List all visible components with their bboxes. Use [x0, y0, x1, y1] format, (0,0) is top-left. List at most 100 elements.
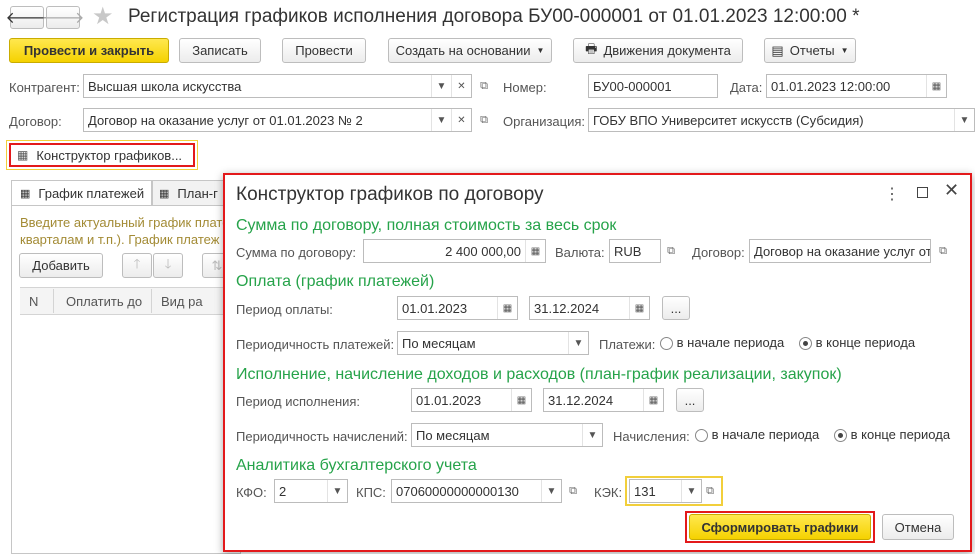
dropdown-arrow-icon[interactable]: ▼ [954, 109, 974, 131]
accrual-frequency-select[interactable]: По месяцам ▼ [411, 423, 603, 447]
contract-field[interactable]: Договор на оказание услуг от 01.01.2023 … [83, 108, 472, 132]
create-based-on-button[interactable]: Создать на основании ▼ [388, 38, 552, 63]
post-button[interactable]: Провести [282, 38, 366, 63]
number-label: Номер: [503, 80, 547, 95]
maximize-icon[interactable] [917, 187, 928, 198]
organization-field[interactable]: ГОБУ ВПО Университет искусств (Субсидия)… [588, 108, 975, 132]
document-movements-button[interactable]: 🖶 Движения документа [573, 38, 743, 63]
radio-button[interactable] [695, 429, 708, 443]
tab-hint-line1: Введите актуальный график плате [20, 215, 230, 230]
schedule-constructor-button[interactable]: ▦ Конструктор графиков... [9, 143, 195, 167]
radio-button[interactable] [660, 337, 673, 351]
kps-value: 07060000000000130 [396, 483, 519, 499]
sum-label: Сумма по договору: [236, 245, 357, 260]
radio-button-selected[interactable] [799, 337, 812, 351]
kps-select[interactable]: 07060000000000130 ▼ [391, 479, 562, 503]
tab-payment-schedule[interactable]: ▦ График платежей [11, 180, 152, 206]
arrow-down-icon: 🡓 [164, 255, 172, 271]
currency-label: Валюта: [555, 245, 605, 260]
open-link-icon[interactable]: ⧉ [563, 479, 583, 503]
section-sum-heading: Сумма по договору, полная стоимость за в… [236, 217, 617, 234]
calendar-icon: ▦ [159, 188, 170, 200]
pay-to-field[interactable]: 31.12.2024 ▦ [529, 296, 650, 320]
more-options-icon[interactable]: ⋮ [884, 184, 900, 204]
open-link-icon[interactable]: ⧉ [474, 108, 494, 132]
dropdown-arrow-icon[interactable]: ▼ [541, 480, 561, 502]
column-type[interactable]: Вид ра [161, 294, 203, 309]
back-button[interactable]: 🡐 [6, 6, 48, 29]
printer-icon: 🖶 [585, 40, 598, 56]
calendar-icon[interactable]: ▦ [926, 75, 946, 97]
dropdown-arrow-icon[interactable]: ▼ [568, 332, 588, 354]
pay-frequency-value: По месяцам [402, 335, 476, 351]
dropdown-arrow-icon[interactable]: ▼ [327, 480, 347, 502]
cancel-button[interactable]: Отмена [882, 514, 954, 540]
column-divider [53, 289, 54, 313]
tab-plan-schedule[interactable]: ▦ План-г [152, 180, 232, 206]
reports-label: Отчеты [789, 43, 835, 58]
accrual-frequency-value: По месяцам [416, 427, 490, 443]
kfo-select[interactable]: 2 ▼ [274, 479, 348, 503]
tab-label: План-г [177, 186, 218, 201]
calculator-icon[interactable]: ▦ [525, 240, 545, 262]
number-field[interactable]: БУ00-000001 [588, 74, 718, 98]
dropdown-arrow-icon[interactable]: ▼ [431, 75, 451, 97]
exec-period-select-button[interactable]: ... [676, 388, 704, 412]
section-analytics-heading: Аналитика бухгалтерского учета [236, 457, 477, 474]
pay-from-field[interactable]: 01.01.2023 ▦ [397, 296, 518, 320]
radio-button-selected[interactable] [834, 429, 847, 443]
payments-radio-start[interactable]: в начале периода [660, 335, 785, 351]
favorite-star-icon[interactable]: ★ [92, 2, 114, 31]
contractor-field[interactable]: Высшая школа искусства ▼ ✕ [83, 74, 472, 98]
dialog-title: Конструктор графиков по договору [236, 184, 544, 205]
pay-period-label: Период оплаты: [236, 302, 333, 317]
create-based-on-label: Создать на основании [395, 43, 531, 58]
dropdown-arrow-icon[interactable]: ▼ [681, 480, 701, 502]
post-and-close-button[interactable]: Провести и закрыть [9, 38, 169, 63]
clear-icon[interactable]: ✕ [451, 109, 471, 131]
forward-button[interactable]: 🡒 [42, 6, 84, 29]
calendar-icon[interactable]: ▦ [629, 297, 649, 319]
reports-button[interactable]: ▤ Отчеты ▼ [764, 38, 856, 63]
open-link-icon[interactable]: ⧉ [474, 74, 494, 98]
pay-period-select-button[interactable]: ... [662, 296, 690, 320]
date-field[interactable]: 01.01.2023 12:00:00 ▦ [766, 74, 947, 98]
calendar-icon[interactable]: ▦ [511, 389, 531, 411]
open-link-icon[interactable]: ⧉ [700, 479, 720, 503]
dropdown-arrow-icon[interactable]: ▼ [582, 424, 602, 446]
clear-icon[interactable]: ✕ [451, 75, 471, 97]
calendar-icon[interactable]: ▦ [497, 297, 517, 319]
pay-frequency-select[interactable]: По месяцам ▼ [397, 331, 589, 355]
accruals-radio-end[interactable]: в конце периода [834, 427, 950, 443]
add-button[interactable]: Добавить [19, 253, 103, 278]
column-n[interactable]: N [29, 294, 38, 309]
open-link-icon[interactable]: ⧉ [933, 239, 953, 263]
accruals-radio-start[interactable]: в начале периода [695, 427, 819, 443]
exec-from-field[interactable]: 01.01.2023 ▦ [411, 388, 532, 412]
move-down-button[interactable]: 🡓 [153, 253, 183, 278]
accrual-frequency-label: Периодичность начислений: [236, 429, 408, 444]
contractor-value: Высшая школа искусства [88, 78, 242, 94]
date-value: 01.01.2023 12:00:00 [771, 78, 891, 94]
move-up-button[interactable]: 🡑 [122, 253, 152, 278]
open-link-icon[interactable]: ⧉ [661, 239, 681, 263]
radio-label: в начале периода [676, 335, 785, 350]
currency-field[interactable]: RUB [609, 239, 661, 263]
sum-field[interactable]: 2 400 000,00 ▦ [363, 239, 546, 263]
kek-select[interactable]: 131 ▼ [629, 479, 702, 503]
section-payment-heading: Оплата (график платежей) [236, 273, 435, 290]
dropdown-arrow-icon: ▼ [840, 46, 849, 55]
column-pay-until[interactable]: Оплатить до [66, 294, 142, 309]
currency-value: RUB [614, 243, 642, 259]
close-icon[interactable]: ✕ [944, 180, 959, 201]
payments-radio-end[interactable]: в конце периода [799, 335, 915, 351]
dropdown-arrow-icon[interactable]: ▼ [431, 109, 451, 131]
exec-to-field[interactable]: 31.12.2024 ▦ [543, 388, 664, 412]
calendar-icon: ▦ [20, 188, 31, 200]
tab-label: График платежей [38, 186, 145, 201]
generate-schedules-button[interactable]: Сформировать графики [689, 514, 871, 540]
dialog-contract-field[interactable]: Договор на оказание услуг от [749, 239, 931, 263]
dialog-contract-value: Договор на оказание услуг от [754, 243, 930, 259]
calendar-icon[interactable]: ▦ [643, 389, 663, 411]
write-button[interactable]: Записать [179, 38, 261, 63]
